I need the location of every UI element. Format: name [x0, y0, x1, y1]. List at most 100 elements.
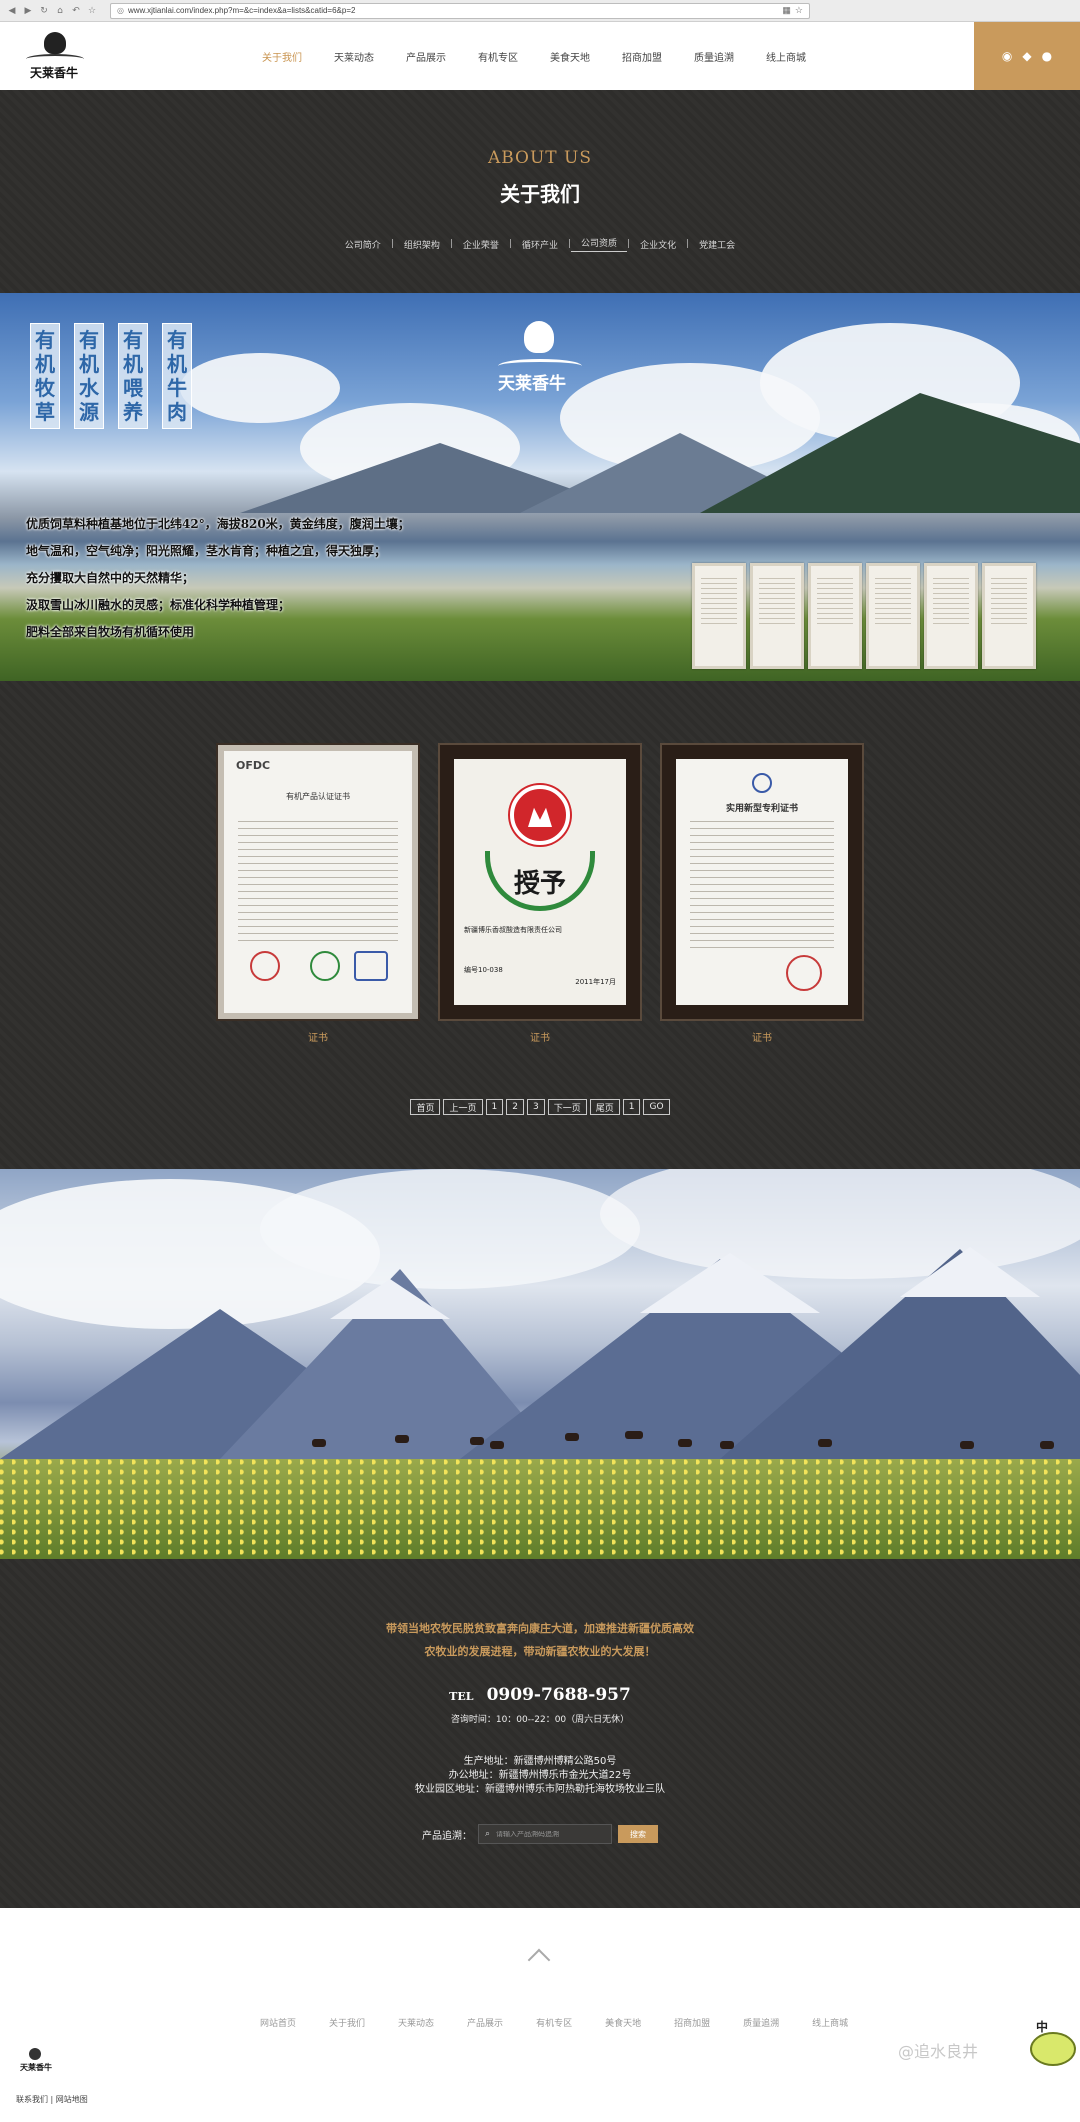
- banner-line: 充分攫取大自然中的天然精华；: [26, 571, 195, 585]
- certificate-caption[interactable]: 证书: [660, 1029, 864, 1044]
- certificate-image: 授予 新疆博乐香叔酸造有限责任公司 编号10-038 2011年17月: [454, 759, 626, 1005]
- cnas-icon: [354, 951, 388, 981]
- nav-item-about[interactable]: 关于我们: [262, 49, 302, 64]
- pager-page-3[interactable]: 3: [526, 1099, 545, 1115]
- star-icon[interactable]: ☆: [86, 5, 98, 17]
- footer-nav-about[interactable]: 关于我们: [329, 2016, 365, 2029]
- tag-organic-water: 有机水源: [74, 323, 104, 429]
- address-bar[interactable]: ◎ www.xjtianlai.com/index.php?m=&c=index…: [110, 2, 810, 19]
- seal-icon: [786, 955, 822, 991]
- certificate-image: 实用新型专利证书: [676, 759, 848, 1005]
- home-icon[interactable]: ⌂: [54, 5, 66, 17]
- nav-item-trace[interactable]: 质量追溯: [694, 49, 734, 64]
- tel-label: TEL: [449, 1690, 474, 1703]
- certificate-card[interactable]: 实用新型专利证书 证书: [660, 743, 864, 1044]
- footer-links[interactable]: 联系我们 | 网站地图: [16, 2094, 88, 2105]
- footer-nav-trace[interactable]: 质量追溯: [743, 2016, 779, 2029]
- browser-toolbar: ◀ ▶ ↻ ⌂ ↶ ☆ ◎ www.xjtianlai.com/index.ph…: [0, 0, 1080, 22]
- phone-block: TEL 0909-7688-957: [0, 1685, 1080, 1705]
- nav-item-products[interactable]: 产品展示: [406, 49, 446, 64]
- weibo-watermark: @追水良井: [898, 2042, 979, 2061]
- seal-icon: [310, 951, 340, 981]
- footer-logo[interactable]: 天莱香牛: [16, 2048, 56, 2078]
- qq-icon[interactable]: ◆: [1022, 49, 1031, 63]
- nav-item-franchise[interactable]: 招商加盟: [622, 49, 662, 64]
- certificate-caption[interactable]: 证书: [438, 1029, 642, 1044]
- mini-certificate-image: [808, 563, 862, 669]
- subnav-profile[interactable]: 公司简介: [335, 238, 391, 251]
- mini-certificate-image: [750, 563, 804, 669]
- footer-nav-organic[interactable]: 有机专区: [536, 2016, 572, 2029]
- forward-icon[interactable]: ▶: [22, 5, 34, 17]
- grassland-image: [0, 1169, 1080, 1559]
- mascot-icon: 中: [1028, 2018, 1078, 2074]
- nav-item-organic[interactable]: 有机专区: [478, 49, 518, 64]
- pager-prev[interactable]: 上一页: [443, 1099, 483, 1115]
- mini-certificate-image: [982, 563, 1036, 669]
- banner-line: 优质饲草料种植基地位于北纬42°，海拔820米，黄金纬度，腹润土壤；: [26, 517, 410, 531]
- pager-next[interactable]: 下一页: [547, 1099, 587, 1115]
- wechat-icon[interactable]: ●: [1042, 49, 1052, 63]
- pager-page-2[interactable]: 2: [506, 1099, 524, 1115]
- certificate-card[interactable]: OFDC 有机产品认证证书 证书: [216, 743, 420, 1044]
- undo-icon[interactable]: ↶: [70, 5, 82, 17]
- nav-item-shop[interactable]: 线上商城: [766, 49, 806, 64]
- footer-nav-products[interactable]: 产品展示: [467, 2016, 503, 2029]
- bull-logo-icon: [29, 2048, 41, 2060]
- about-heading-section: ABOUT US 关于我们 公司简介 | 组织架构 | 企业荣誉 | 循环产业 …: [0, 90, 1080, 293]
- pager-last[interactable]: 尾页: [589, 1099, 620, 1115]
- subnav-industry[interactable]: 循环产业: [512, 238, 568, 251]
- certificate-caption[interactable]: 证书: [216, 1029, 420, 1044]
- qr-icon[interactable]: ▦: [782, 5, 791, 16]
- cert-org-label: OFDC: [236, 759, 271, 772]
- url-text: www.xjtianlai.com/index.php?m=&c=index&a…: [127, 6, 356, 15]
- cert-title: 有机产品认证证书: [286, 792, 350, 801]
- site-footer: 网站首页 关于我们 天莱动态 产品展示 有机专区 美食天地 招商加盟 质量追溯 …: [0, 1908, 1080, 2122]
- weibo-icon[interactable]: ◉: [1002, 49, 1012, 63]
- pager-jump-input[interactable]: 1: [622, 1099, 641, 1115]
- organic-banner: 有机牧草 有机水源 有机喂养 有机牛肉 天莱香牛 优质饲草料种植基地位于北纬42…: [0, 293, 1080, 681]
- office-address: 办公地址：新疆博州博乐市金光大道22号: [448, 1770, 632, 1781]
- certificates-section: OFDC 有机产品认证证书 证书 授予 新疆博乐香叔酸造有限责任公司 编号10-…: [0, 681, 1080, 1169]
- subnav-structure[interactable]: 组织架构: [394, 238, 450, 251]
- footer-nav-food[interactable]: 美食天地: [605, 2016, 641, 2029]
- back-to-top-icon[interactable]: [525, 1944, 553, 1972]
- reload-icon[interactable]: ↻: [38, 5, 50, 17]
- bookmark-icon[interactable]: ☆: [795, 5, 803, 16]
- trace-search-label: 产品追溯：: [422, 1830, 472, 1842]
- main-nav: 关于我们 天莱动态 产品展示 有机专区 美食天地 招商加盟 质量追溯 线上商城: [262, 22, 838, 90]
- organic-tags: 有机牧草 有机水源 有机喂养 有机牛肉: [30, 323, 192, 429]
- site-header: 天莱香牛 关于我们 天莱动态 产品展示 有机专区 美食天地 招商加盟 质量追溯 …: [0, 22, 1080, 90]
- subnav-party[interactable]: 党建工会: [689, 238, 745, 251]
- certificate-card[interactable]: 授予 新疆博乐香叔酸造有限责任公司 编号10-038 2011年17月 证书: [438, 743, 642, 1044]
- nav-item-news[interactable]: 天莱动态: [334, 49, 374, 64]
- footer-nav-home[interactable]: 网站首页: [260, 2016, 296, 2029]
- about-cn-title: 关于我们: [500, 182, 580, 206]
- site-logo[interactable]: 天莱香牛: [20, 30, 90, 82]
- footer-nav-franchise[interactable]: 招商加盟: [674, 2016, 710, 2029]
- trace-search: 产品追溯： ⌕ 搜索: [0, 1824, 1080, 1844]
- pager-page-1[interactable]: 1: [485, 1099, 504, 1115]
- subnav-culture[interactable]: 企业文化: [630, 238, 686, 251]
- pager-go-button[interactable]: GO: [643, 1099, 670, 1115]
- trace-search-button[interactable]: 搜索: [618, 1825, 658, 1843]
- contact-section: 带领当地农牧民脱贫致富奔向康庄大道，加速推进新疆优质高效 农牧业的发展进程，带动…: [0, 1559, 1080, 1908]
- subnav-honors[interactable]: 企业荣誉: [453, 238, 509, 251]
- tag-organic-beef: 有机牛肉: [162, 323, 192, 429]
- addresses: 生产地址：新疆博州博精公路50号 办公地址：新疆博州博乐市金光大道22号 牧业园…: [0, 1755, 1080, 1797]
- nav-item-food[interactable]: 美食天地: [550, 49, 590, 64]
- tag-organic-grass: 有机牧草: [30, 323, 60, 429]
- search-icon: ⌕: [485, 1829, 491, 1839]
- footer-nav-shop[interactable]: 线上商城: [812, 2016, 848, 2029]
- back-icon[interactable]: ◀: [6, 5, 18, 17]
- trace-search-box[interactable]: ⌕: [478, 1824, 612, 1844]
- subnav-qualification[interactable]: 公司资质: [571, 236, 628, 252]
- phone-number[interactable]: 0909-7688-957: [487, 1685, 631, 1705]
- pager-first[interactable]: 首页: [410, 1099, 441, 1115]
- award-text: 授予: [513, 869, 566, 899]
- social-links: ◉ ◆ ●: [974, 22, 1080, 90]
- emblem-icon: [510, 785, 570, 845]
- trace-search-input[interactable]: [496, 1830, 607, 1838]
- footer-nav-news[interactable]: 天莱动态: [398, 2016, 434, 2029]
- banner-logo-text: 天莱香牛: [498, 374, 566, 394]
